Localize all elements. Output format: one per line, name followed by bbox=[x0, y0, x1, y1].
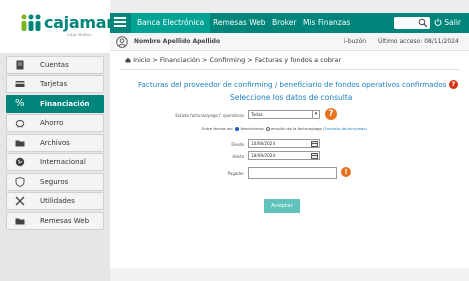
pagador-label: Pagador bbox=[227, 171, 244, 176]
sidebar-item-label: Seguros bbox=[40, 177, 69, 186]
sidebar-item-label: Ahorro bbox=[40, 119, 64, 127]
footer-strip bbox=[110, 268, 469, 281]
radio-emision-label: emisión de la factura/pago bbox=[270, 126, 322, 131]
percent-icon: % bbox=[15, 97, 25, 109]
estado-select[interactable]: Todas ▾ bbox=[248, 110, 320, 119]
calendar-icon[interactable] bbox=[311, 152, 318, 159]
logo-area: cajamar CAJA RURAL bbox=[0, 0, 114, 53]
sidebar-item-tarjetas[interactable]: Tarjetas bbox=[6, 75, 104, 93]
radio-vencimiento[interactable] bbox=[235, 127, 240, 131]
help-icon[interactable]: ? bbox=[325, 108, 337, 120]
date-format-hint: (Formato dd/mm/aaaa) bbox=[323, 126, 368, 131]
last-access: Último acceso: 08/11/2024 bbox=[378, 38, 459, 45]
hasta-label: Hasta bbox=[232, 154, 244, 159]
folder-icon bbox=[15, 140, 25, 146]
divider bbox=[120, 69, 460, 70]
breadcrumb: Inicio > Financiación > Confirming > Fac… bbox=[125, 56, 341, 64]
nav-mis-finanzas[interactable]: Mis Finanzas bbox=[303, 13, 350, 33]
sidebar-item-label: Internacional bbox=[40, 158, 86, 166]
desde-field[interactable]: 10/08/2024 bbox=[248, 139, 320, 148]
top-navbar: Banca Electrónica Remesas Web Broker Mis… bbox=[110, 13, 469, 33]
main-content: Inicio > Financiación > Confirming > Fac… bbox=[110, 51, 469, 268]
piggy-bank-icon bbox=[15, 120, 25, 128]
user-bar: Nombre Apellido Apellido i-buzón Último … bbox=[110, 33, 469, 51]
power-icon bbox=[434, 18, 442, 26]
sidebar-item-utilidades[interactable]: Utilidades bbox=[6, 192, 104, 210]
pagador-input[interactable] bbox=[248, 167, 337, 179]
sidebar-item-seguros[interactable]: Seguros bbox=[6, 172, 104, 191]
nav-banca-electronica[interactable]: Banca Electrónica bbox=[131, 13, 211, 33]
info-icon[interactable]: ! bbox=[341, 167, 351, 177]
home-icon[interactable] bbox=[125, 57, 131, 63]
sidebar-item-financiacion[interactable]: % Financiación bbox=[6, 94, 104, 113]
sidebar-item-remesas-web[interactable]: Remesas Web bbox=[6, 211, 104, 230]
sidebar-item-label: Remesas Web bbox=[40, 216, 90, 225]
page-title: Facturas del proveedor de confirming / b… bbox=[138, 80, 447, 89]
calendar-icon[interactable] bbox=[311, 140, 318, 147]
tools-icon bbox=[15, 196, 25, 206]
help-icon[interactable]: ? bbox=[449, 80, 458, 89]
sidebar: Cuentas Tarjetas % Financiación Ahorro A… bbox=[0, 53, 110, 281]
search-input[interactable] bbox=[394, 17, 430, 29]
hasta-field[interactable]: 18/09/2024 bbox=[248, 151, 320, 160]
chevron-down-icon: ▾ bbox=[312, 111, 319, 118]
radio-vencimiento-label: Vencimiento bbox=[240, 126, 264, 131]
hasta-value: 18/09/2024 bbox=[251, 153, 276, 158]
sidebar-item-archivos[interactable]: Archivos bbox=[6, 133, 104, 152]
estado-label: Estado facturas/pago f. operativos bbox=[175, 113, 244, 118]
estado-select-value: Todas bbox=[251, 112, 263, 117]
card-icon bbox=[15, 81, 25, 87]
sidebar-item-label: Tarjetas bbox=[40, 80, 68, 88]
brand-name: cajamar bbox=[44, 13, 114, 32]
folder-icon bbox=[15, 218, 25, 224]
breadcrumb-text[interactable]: Inicio > Financiación > Confirming > Fac… bbox=[133, 56, 341, 64]
fecha-type-radio-group: Entre fechas de: Vencimiento emisión de … bbox=[202, 126, 367, 131]
cajamar-logo-icon bbox=[21, 14, 41, 31]
search-icon[interactable] bbox=[418, 18, 428, 28]
sidebar-item-internacional[interactable]: Internacional bbox=[6, 153, 104, 171]
sidebar-item-label: Cuentas bbox=[40, 60, 69, 69]
page-subtitle: Seleccione los datos de consulta bbox=[230, 93, 353, 102]
fechas-label: Entre fechas de: bbox=[202, 126, 234, 131]
nav-broker[interactable]: Broker bbox=[272, 13, 296, 33]
shield-icon bbox=[15, 176, 25, 187]
sidebar-item-label: Financiación bbox=[40, 99, 90, 108]
hamburger-menu-icon[interactable] bbox=[114, 17, 126, 29]
aceptar-button[interactable]: Aceptar bbox=[264, 199, 300, 213]
ibuzon-link[interactable]: i-buzón bbox=[344, 38, 366, 45]
nav-remesas-web[interactable]: Remesas Web bbox=[213, 13, 266, 33]
sidebar-item-label: Archivos bbox=[40, 138, 70, 147]
ledger-icon bbox=[16, 60, 24, 69]
user-name: Nombre Apellido Apellido bbox=[134, 38, 221, 45]
desde-label: Desde bbox=[231, 142, 244, 147]
desde-value: 10/08/2024 bbox=[251, 141, 276, 146]
sidebar-item-ahorro[interactable]: Ahorro bbox=[6, 114, 104, 132]
sidebar-item-cuentas[interactable]: Cuentas bbox=[6, 55, 104, 74]
logout-button[interactable]: Salir bbox=[434, 13, 461, 33]
logout-label: Salir bbox=[444, 18, 461, 27]
globe-icon bbox=[15, 157, 25, 167]
brand-subtitle: CAJA RURAL bbox=[67, 33, 92, 37]
sidebar-item-label: Utilidades bbox=[40, 197, 75, 205]
user-avatar-icon[interactable] bbox=[116, 36, 128, 48]
radio-emision[interactable] bbox=[265, 127, 270, 131]
